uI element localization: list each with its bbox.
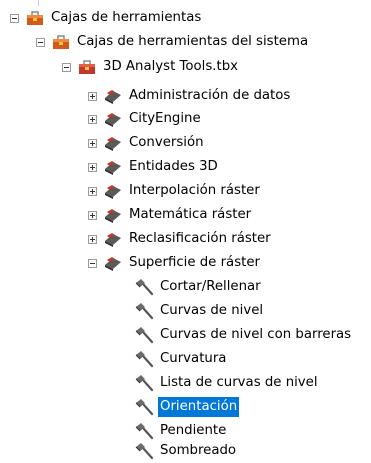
toolset-matematica-raster[interactable]: Matemática ráster (88, 203, 253, 227)
expand-button[interactable] (88, 162, 97, 172)
tree-node-label: Sombreado (160, 443, 237, 458)
hammer-icon (134, 279, 154, 296)
toolbox-icon (51, 34, 71, 50)
toolset-entidades-3d[interactable]: Entidades 3D (88, 155, 220, 179)
toolset-icon (103, 111, 123, 127)
hammer-icon (134, 443, 154, 460)
tree-node-label: Pendiente (160, 423, 227, 438)
toolset-icon (103, 231, 123, 247)
toolset-icon (103, 183, 123, 199)
collapse-button[interactable] (62, 62, 71, 72)
hammer-icon (134, 399, 154, 416)
toolset-icon (103, 255, 123, 271)
tree-node-label: Lista de curvas de nivel (160, 375, 318, 390)
toolbox-icon (77, 59, 97, 75)
toolbox-icon (25, 10, 45, 26)
expand-button[interactable] (88, 234, 97, 244)
toolset-icon (103, 159, 123, 175)
tool-sombreado[interactable]: Sombreado (134, 439, 238, 463)
expand-button[interactable] (88, 138, 97, 148)
toolset-reclasificacion-raster[interactable]: Reclasificación ráster (88, 227, 273, 251)
tree-node-label: Curvas de nivel (160, 303, 264, 318)
hammer-icon (134, 423, 154, 440)
tree-node-label: Cajas de herramientas (51, 10, 202, 25)
tree-node-label: Reclasificación ráster (129, 231, 271, 246)
toolset-icon (103, 207, 123, 223)
tool-curvatura[interactable]: Curvatura (134, 347, 228, 371)
expand-button[interactable] (88, 210, 97, 220)
collapse-button[interactable] (88, 258, 97, 268)
hammer-icon (134, 375, 154, 392)
hammer-icon (134, 351, 154, 368)
tree-node-label: Cajas de herramientas del sistema (77, 34, 309, 49)
tree-node-label: 3D Analyst Tools.tbx (103, 59, 239, 74)
toolset-icon (103, 135, 123, 151)
toolset-cityengine[interactable]: CityEngine (88, 107, 203, 131)
toolset-conversion[interactable]: Conversión (88, 131, 206, 155)
tree-node-label: Conversión (129, 135, 204, 150)
expand-button[interactable] (88, 186, 97, 196)
tree-node-label: Administración de datos (129, 88, 291, 103)
toolset-administracion-datos[interactable]: Administración de datos (88, 84, 292, 108)
tool-curvas-de-nivel[interactable]: Curvas de nivel (134, 299, 265, 323)
tree-node-label: Interpolación ráster (129, 183, 260, 198)
tree-node-system-toolboxes[interactable]: Cajas de herramientas del sistema (36, 30, 310, 54)
toolset-interpolacion-raster[interactable]: Interpolación ráster (88, 179, 262, 203)
tree-node-label: Cortar/Rellenar (160, 279, 261, 294)
tree-node-label: Curvas de nivel con barreras (160, 327, 352, 342)
tree-node-label: Curvatura (160, 351, 227, 366)
tool-cortar-rellenar[interactable]: Cortar/Rellenar (134, 275, 263, 299)
tree-node-label-selected: Orientación (158, 397, 240, 417)
tree-node-label: CityEngine (129, 111, 201, 126)
tree-node-label: Superficie de ráster (129, 255, 260, 270)
toolset-superficie-raster[interactable]: Superficie de ráster (88, 251, 262, 275)
tree-node-3d-analyst[interactable]: 3D Analyst Tools.tbx (62, 55, 240, 79)
hammer-icon (134, 303, 154, 320)
tree-node-toolboxes[interactable]: Cajas de herramientas (10, 6, 203, 30)
tree-node-label: Entidades 3D (129, 159, 218, 174)
collapse-button[interactable] (36, 37, 45, 47)
toolset-icon (103, 88, 123, 104)
tool-lista-curvas[interactable]: Lista de curvas de nivel (134, 371, 320, 395)
tree-node-label: Matemática ráster (129, 207, 252, 222)
tool-orientacion[interactable]: Orientación (134, 395, 240, 419)
collapse-button[interactable] (10, 13, 19, 23)
expand-button[interactable] (88, 114, 97, 124)
hammer-icon (134, 327, 154, 344)
expand-button[interactable] (88, 91, 97, 101)
tool-curvas-con-barreras[interactable]: Curvas de nivel con barreras (134, 323, 353, 347)
